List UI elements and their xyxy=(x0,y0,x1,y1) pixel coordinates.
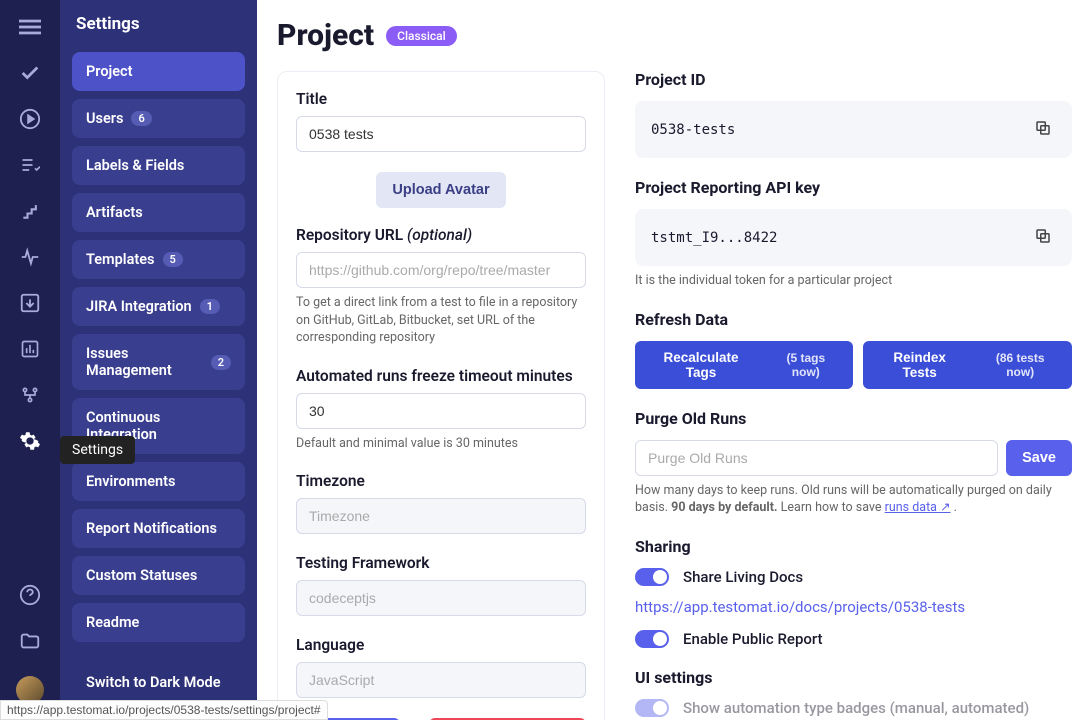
stairs-icon[interactable] xyxy=(19,200,41,222)
framework-label: Testing Framework xyxy=(296,554,586,572)
sidebar-item-label: JIRA Integration xyxy=(86,298,192,315)
ui-settings-label: UI settings xyxy=(635,668,1072,687)
play-circle-icon[interactable] xyxy=(19,108,41,130)
public-report-label: Enable Public Report xyxy=(683,630,823,648)
sidebar-item-templates[interactable]: Templates 5 xyxy=(72,240,245,279)
sidebar-item-users[interactable]: Users 6 xyxy=(72,99,245,138)
copy-api-key-button[interactable] xyxy=(1030,223,1056,252)
share-docs-label: Share Living Docs xyxy=(683,568,803,586)
repo-label: Repository URL (optional) xyxy=(296,226,586,244)
sidebar-item-label: Users xyxy=(86,110,123,127)
copy-project-id-button[interactable] xyxy=(1030,115,1056,144)
language-label: Language xyxy=(296,636,586,654)
sidebar-item-label: Project xyxy=(86,63,132,80)
sidebar-item-statuses[interactable]: Custom Statuses xyxy=(72,556,245,595)
check-icon[interactable] xyxy=(19,62,41,84)
badge: 6 xyxy=(131,111,151,126)
purge-help: How many days to keep runs. Old runs wil… xyxy=(635,482,1072,517)
pulse-icon[interactable] xyxy=(19,246,41,268)
badge: 5 xyxy=(163,252,183,267)
dashboard-icon[interactable] xyxy=(19,338,41,360)
public-report-toggle[interactable] xyxy=(635,630,669,648)
page-title: Project xyxy=(277,18,374,53)
runs-data-link[interactable]: runs data ↗ xyxy=(885,500,951,515)
freeze-help: Default and minimal value is 30 minutes xyxy=(296,435,586,453)
timezone-label: Timezone xyxy=(296,472,586,490)
sidebar-item-notif[interactable]: Report Notifications xyxy=(72,509,245,548)
repo-help: To get a direct link from a test to file… xyxy=(296,294,586,347)
api-key-box: tstmt_I9...8422 xyxy=(635,209,1072,266)
icon-rail: Settings xyxy=(0,0,60,720)
sidebar-item-label: Environments xyxy=(86,473,175,490)
project-id-label: Project ID xyxy=(635,70,1072,89)
sidebar-item-label: Custom Statuses xyxy=(86,567,197,584)
sidebar-item-label: Readme xyxy=(86,614,139,631)
branch-icon[interactable] xyxy=(19,384,41,406)
badge: 1 xyxy=(200,299,220,314)
list-check-icon[interactable] xyxy=(19,154,41,176)
badges-toggle[interactable] xyxy=(635,699,669,717)
share-url-link[interactable]: https://app.testomat.io/docs/projects/05… xyxy=(635,598,965,616)
copy-icon xyxy=(1034,119,1052,137)
framework-input xyxy=(296,580,586,616)
purge-input[interactable] xyxy=(635,440,998,476)
recalc-button[interactable]: Recalculate Tags (5 tags now) xyxy=(635,341,853,389)
sidebar-item-label: Labels & Fields xyxy=(86,157,184,174)
freeze-input[interactable] xyxy=(296,393,586,429)
timezone-input[interactable] xyxy=(296,498,586,534)
upload-avatar-button[interactable]: Upload Avatar xyxy=(376,172,505,208)
project-id-box: 0538-tests xyxy=(635,101,1072,158)
repo-input[interactable] xyxy=(296,252,586,288)
badge: 2 xyxy=(211,355,231,370)
hamburger-icon[interactable] xyxy=(19,16,41,38)
folder-icon[interactable] xyxy=(19,630,41,652)
tooltip: Settings xyxy=(60,436,135,464)
sidebar-item-label: Artifacts xyxy=(86,204,143,221)
freeze-label: Automated runs freeze timeout minutes xyxy=(296,367,586,385)
share-docs-toggle[interactable] xyxy=(635,568,669,586)
gear-icon[interactable] xyxy=(19,430,41,452)
api-key-help: It is the individual token for a particu… xyxy=(635,272,1072,290)
sidebar-item-project[interactable]: Project xyxy=(72,52,245,91)
status-bar-url: https://app.testomat.io/projects/0538-te… xyxy=(0,700,328,720)
save-button[interactable]: Save xyxy=(1006,440,1072,476)
import-icon[interactable] xyxy=(19,292,41,314)
sidebar-item-artifacts[interactable]: Artifacts xyxy=(72,193,245,232)
badges-label: Show automation type badges (manual, aut… xyxy=(683,699,1029,717)
purge-label: Purge Old Runs xyxy=(635,409,1072,428)
sidebar-item-readme[interactable]: Readme xyxy=(72,603,245,642)
title-label: Title xyxy=(296,90,586,108)
dark-mode-toggle[interactable]: Switch to Dark Mode xyxy=(72,663,245,702)
reindex-button[interactable]: Reindex Tests (86 tests now) xyxy=(863,341,1072,389)
project-tag: Classical xyxy=(386,26,457,46)
main-content: Project Classical Title Upload Avatar Re… xyxy=(257,0,1090,720)
project-form: Title Upload Avatar Repository URL (opti… xyxy=(277,71,605,720)
sidebar-item-env[interactable]: Environments xyxy=(72,462,245,501)
language-input xyxy=(296,662,586,698)
help-icon[interactable] xyxy=(19,584,41,606)
sidebar-item-label: Report Notifications xyxy=(86,520,217,537)
sidebar-title: Settings xyxy=(72,14,245,34)
dark-mode-label: Switch to Dark Mode xyxy=(86,674,221,691)
settings-sidebar: Settings Project Users6 Labels & Fields … xyxy=(60,0,257,720)
refresh-label: Refresh Data xyxy=(635,310,1072,329)
sidebar-item-label: Issues Management xyxy=(86,345,203,379)
sharing-label: Sharing xyxy=(635,537,1072,556)
sidebar-item-issues[interactable]: Issues Management 2 xyxy=(72,334,245,390)
api-key-label: Project Reporting API key xyxy=(635,178,1072,197)
api-key-value: tstmt_I9...8422 xyxy=(651,230,777,246)
copy-icon xyxy=(1034,227,1052,245)
title-input[interactable] xyxy=(296,116,586,152)
sidebar-item-label: Templates xyxy=(86,251,155,268)
sidebar-item-jira[interactable]: JIRA Integration 1 xyxy=(72,287,245,326)
sidebar-item-labels[interactable]: Labels & Fields xyxy=(72,146,245,185)
project-id-value: 0538-tests xyxy=(651,122,735,138)
